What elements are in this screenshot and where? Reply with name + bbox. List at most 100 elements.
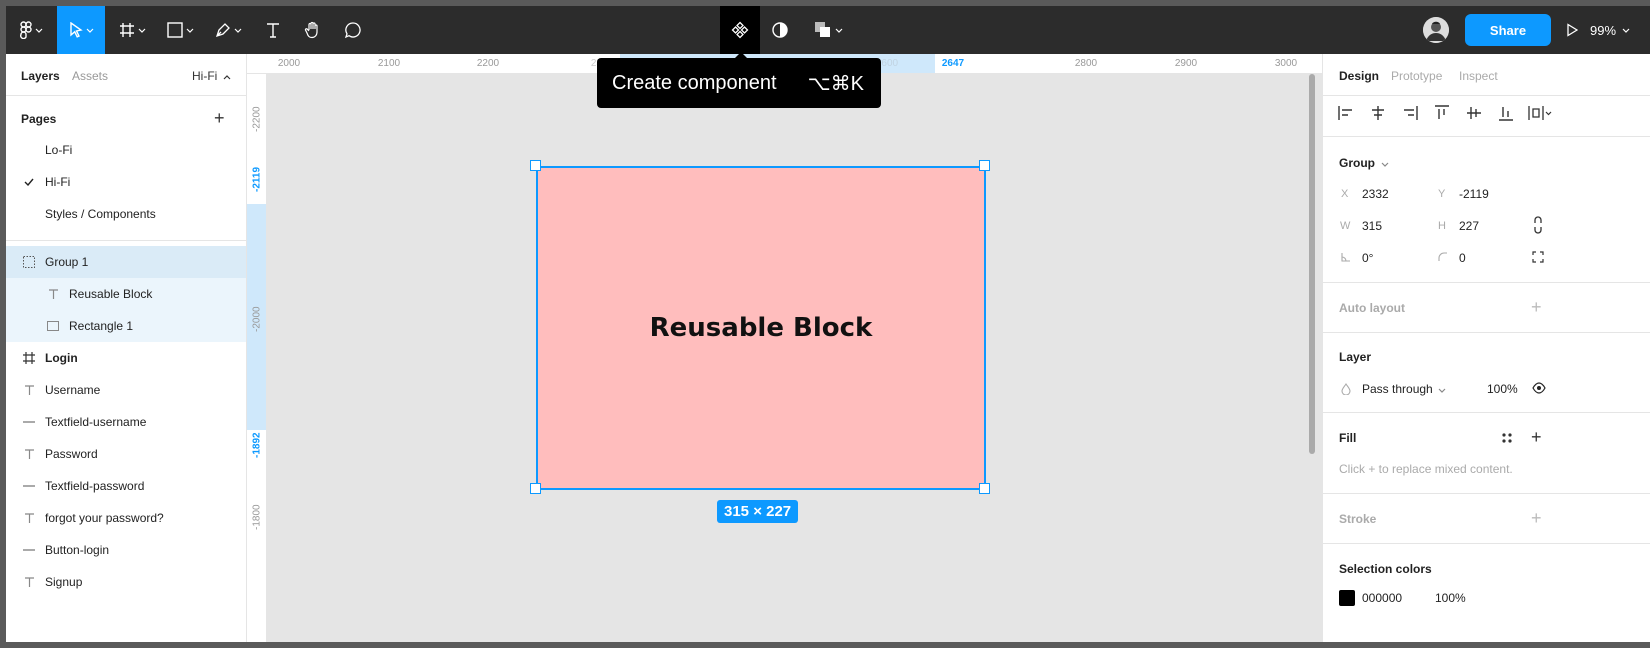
tab-prototype[interactable]: Prototype — [1391, 69, 1442, 83]
layer-label: forgot your password? — [45, 511, 164, 525]
page-item-lofi[interactable]: Lo-Fi — [6, 134, 246, 166]
color-hex-value[interactable]: 000000 — [1362, 591, 1402, 605]
chevron-down-icon — [234, 28, 241, 33]
reusable-block-text[interactable]: Reusable Block — [650, 313, 873, 343]
x-input[interactable]: 2332 — [1362, 187, 1389, 201]
layer-row-textfield-password[interactable]: Textfield-password — [6, 470, 246, 502]
pen-tool-button[interactable] — [205, 6, 251, 54]
ruler-tick: -2000 — [251, 306, 263, 332]
eye-icon[interactable] — [1532, 382, 1546, 394]
y-input[interactable]: -2119 — [1459, 187, 1489, 201]
color-swatch[interactable] — [1339, 590, 1355, 606]
align-left-icon[interactable] — [1337, 104, 1355, 122]
style-grid-icon[interactable] — [1501, 432, 1513, 444]
ruler-tick: -2200 — [251, 106, 263, 132]
chevron-down-icon — [138, 28, 145, 33]
add-page-icon[interactable]: + — [214, 109, 225, 127]
layer-section-title: Layer — [1339, 350, 1372, 364]
play-icon — [1567, 23, 1578, 37]
boolean-ops-button[interactable] — [802, 6, 854, 54]
align-top-icon[interactable] — [1433, 104, 1451, 122]
layer-label: Group 1 — [45, 255, 89, 269]
layer-row-textfield-username[interactable]: Textfield-username — [6, 406, 246, 438]
chevron-down-icon — [1438, 388, 1446, 393]
hand-icon — [304, 21, 318, 39]
text-tool-button[interactable] — [253, 6, 293, 54]
layer-row-rectangle-1[interactable]: Rectangle 1 — [6, 310, 246, 342]
w-label: W — [1340, 220, 1351, 232]
tabs-divider — [1323, 95, 1650, 96]
tooltip-label: Create component — [612, 71, 777, 94]
chevron-down-icon — [86, 28, 93, 33]
left-panel: Layers Assets Hi-Fi Pages + Lo-Fi Hi-Fi … — [6, 54, 247, 642]
tab-assets[interactable]: Assets — [72, 69, 108, 83]
resize-handle-bottom-right[interactable] — [979, 483, 990, 494]
layer-label: Signup — [45, 575, 83, 589]
frame-tool-button[interactable] — [109, 6, 155, 54]
w-input[interactable]: 315 — [1362, 219, 1382, 233]
page-item-hifi[interactable]: Hi-Fi — [6, 166, 246, 198]
page-item-styles[interactable]: Styles / Components — [6, 198, 246, 230]
ruler-tick-selection-start: -2119 — [251, 166, 263, 192]
mask-button[interactable] — [760, 6, 800, 54]
layer-label: Textfield-username — [45, 415, 147, 429]
page-switcher[interactable]: Hi-Fi — [192, 69, 231, 83]
layer-row-login[interactable]: Login — [6, 342, 246, 374]
h-label: H — [1438, 220, 1446, 232]
add-fill-icon[interactable]: + — [1531, 428, 1542, 446]
chevron-up-icon — [223, 75, 231, 80]
resize-handle-top-left[interactable] — [530, 160, 541, 171]
ruler-tick: 2800 — [1074, 58, 1098, 69]
layer-opacity-input[interactable]: 100% — [1487, 382, 1518, 396]
align-right-icon[interactable] — [1401, 104, 1419, 122]
zoom-dropdown[interactable]: 99% — [1590, 6, 1630, 54]
tab-design[interactable]: Design — [1339, 69, 1379, 83]
add-stroke-icon[interactable]: + — [1531, 509, 1542, 527]
constrain-proportions-icon[interactable] — [1533, 216, 1543, 234]
align-horizontal-center-icon[interactable] — [1369, 104, 1387, 122]
hand-tool-button[interactable] — [293, 6, 333, 54]
canvas-scrollbar[interactable] — [1309, 74, 1315, 454]
main-menu-button[interactable] — [6, 6, 56, 54]
color-opacity-value[interactable]: 100% — [1435, 591, 1466, 605]
share-button[interactable]: Share — [1465, 14, 1551, 46]
add-auto-layout-icon[interactable]: + — [1531, 298, 1542, 316]
tab-inspect[interactable]: Inspect — [1459, 69, 1498, 83]
corner-radius-input[interactable]: 0 — [1459, 251, 1466, 265]
resize-handle-bottom-left[interactable] — [530, 483, 541, 494]
zoom-label: 99% — [1590, 22, 1617, 38]
layer-row-button-login[interactable]: Button-login — [6, 534, 246, 566]
layer-row-username[interactable]: Username — [6, 374, 246, 406]
layer-row-forgot-password[interactable]: forgot your password? — [6, 502, 246, 534]
figma-logo-icon — [19, 21, 32, 39]
layer-row-group-1[interactable]: Group 1 — [6, 246, 246, 278]
distribute-icon[interactable] — [1527, 104, 1553, 122]
chevron-down-icon — [835, 28, 842, 33]
pages-divider — [6, 240, 246, 241]
rotation-input[interactable]: 0° — [1362, 251, 1373, 265]
blend-mode-dropdown[interactable]: Pass through — [1362, 382, 1446, 396]
align-bottom-icon[interactable] — [1497, 104, 1515, 122]
selection-colors-title: Selection colors — [1339, 562, 1432, 576]
resize-handle-top-right[interactable] — [979, 160, 990, 171]
independent-corners-icon[interactable] — [1532, 251, 1544, 263]
create-component-button[interactable] — [720, 6, 760, 54]
frame-icon — [119, 23, 134, 37]
shape-tool-button[interactable] — [157, 6, 203, 54]
avatar[interactable] — [1423, 17, 1449, 43]
text-icon — [267, 23, 279, 38]
group-section-title[interactable]: Group — [1339, 156, 1389, 170]
layer-row-reusable-block[interactable]: Reusable Block — [6, 278, 246, 310]
reusable-block-group[interactable]: Reusable Block — [536, 166, 986, 490]
h-input[interactable]: 227 — [1459, 219, 1479, 233]
tab-layers[interactable]: Layers — [21, 69, 60, 83]
comment-tool-button[interactable] — [333, 6, 373, 54]
x-label: X — [1341, 188, 1349, 200]
align-vertical-center-icon[interactable] — [1465, 104, 1483, 122]
layer-row-signup[interactable]: Signup — [6, 566, 246, 598]
layer-row-password[interactable]: Password — [6, 438, 246, 470]
move-tool-button[interactable] — [57, 6, 105, 54]
present-button[interactable] — [1554, 6, 1590, 54]
ruler-tick: 2900 — [1174, 58, 1198, 69]
user-photo-icon — [1423, 17, 1449, 43]
